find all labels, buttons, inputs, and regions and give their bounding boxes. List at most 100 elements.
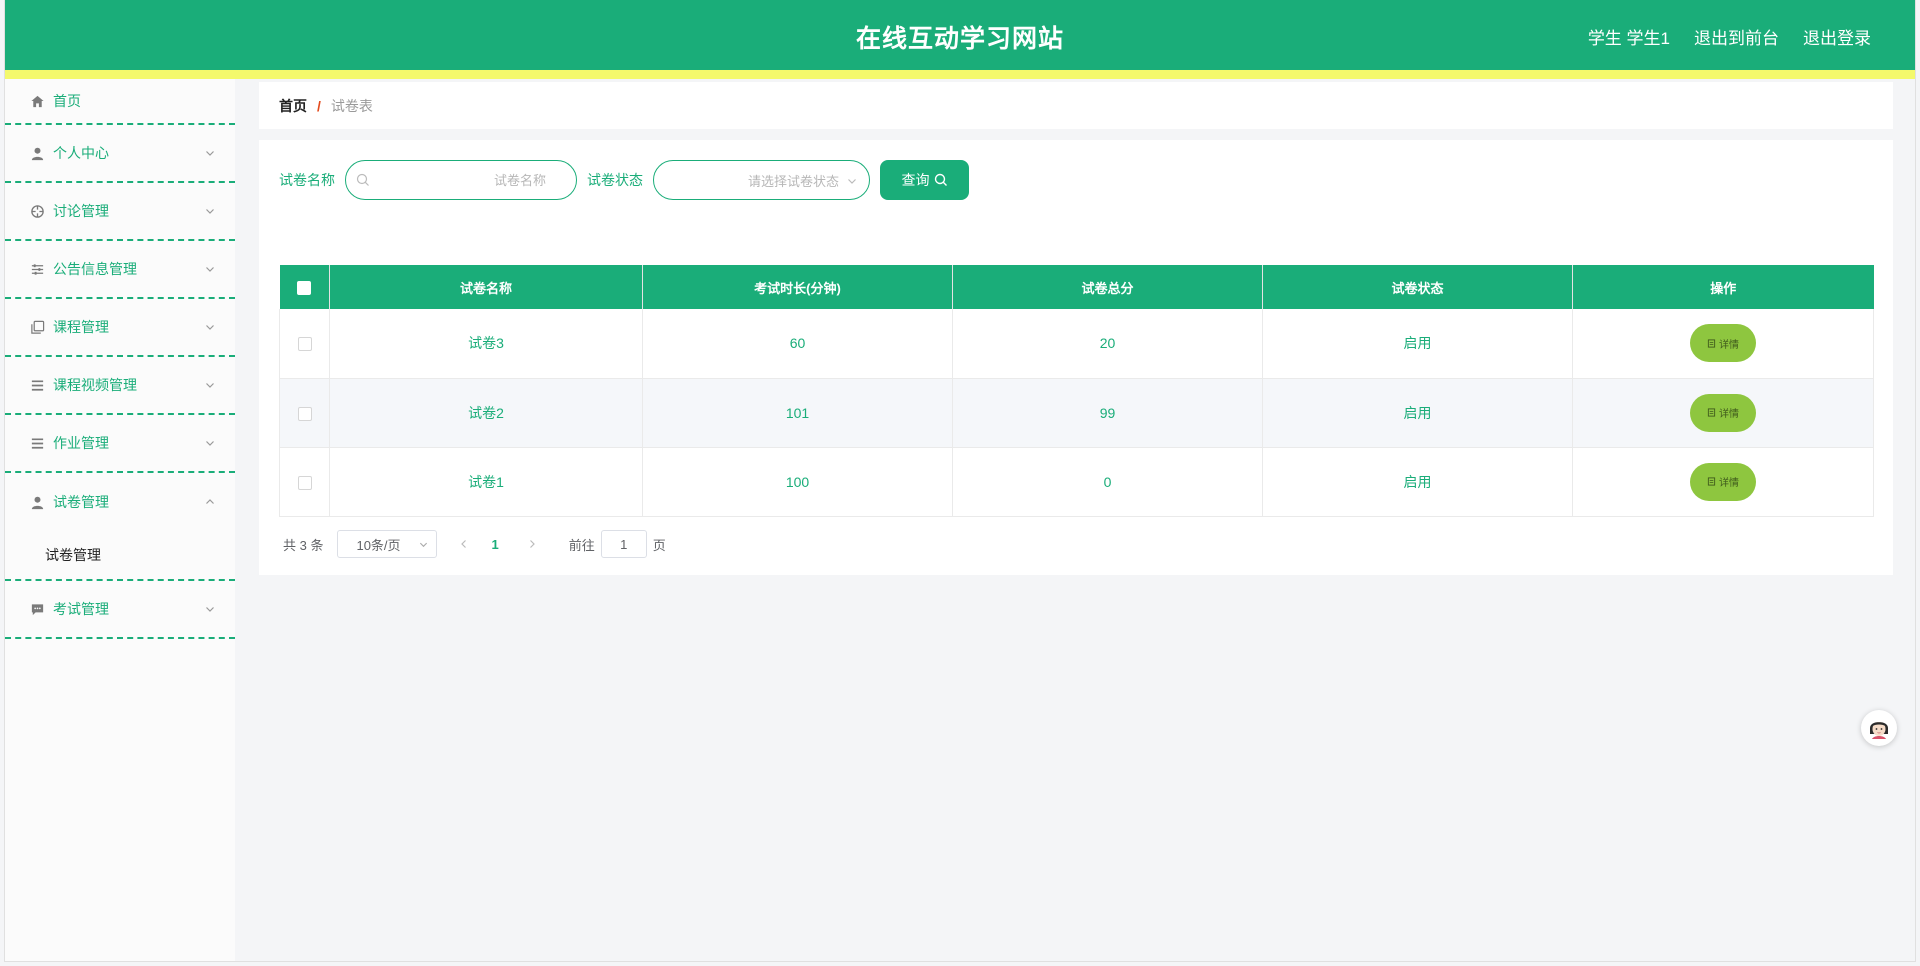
detail-button-label: 详情 bbox=[1719, 409, 1739, 420]
sidebar-item-course[interactable]: 课程管理 bbox=[5, 299, 235, 357]
sidebar-item-label: 考试管理 bbox=[53, 601, 109, 617]
breadcrumb-current: 试卷表 bbox=[330, 97, 373, 114]
document-icon bbox=[1707, 408, 1716, 417]
sidebar-item-homework[interactable]: 作业管理 bbox=[5, 415, 235, 473]
detail-button[interactable]: 详情 bbox=[1690, 393, 1756, 432]
chevron-down-icon bbox=[206, 209, 214, 214]
status-cell: 启用 bbox=[1262, 447, 1573, 517]
total-score-cell: 0 bbox=[952, 447, 1263, 517]
sidebar-item-home[interactable]: 首页 bbox=[5, 79, 235, 125]
row-checkbox[interactable] bbox=[297, 406, 312, 421]
paper-name-cell: 试卷1 bbox=[329, 447, 643, 517]
list-icon bbox=[29, 377, 45, 393]
user-icon bbox=[29, 494, 45, 510]
action-cell: 详情 bbox=[1572, 447, 1874, 517]
chevron-down-icon bbox=[206, 441, 214, 446]
sidebar-item-course-video[interactable]: 课程视频管理 bbox=[5, 357, 235, 415]
action-cell: 详情 bbox=[1572, 378, 1874, 448]
select-all-header bbox=[279, 265, 330, 309]
breadcrumb-home[interactable]: 首页 bbox=[279, 96, 307, 116]
chat-icon bbox=[29, 601, 45, 617]
user-icon bbox=[29, 145, 45, 161]
column-header: 试卷名称 bbox=[329, 265, 643, 309]
paper-name-cell: 试卷2 bbox=[329, 378, 643, 448]
chevron-right-icon bbox=[529, 540, 535, 548]
sidebar-item-label: 课程管理 bbox=[53, 319, 109, 335]
row-select-cell bbox=[279, 378, 330, 448]
header-accent-stripe bbox=[5, 70, 1915, 79]
chevron-down-icon bbox=[206, 383, 214, 388]
row-select-cell bbox=[279, 309, 330, 379]
page-number-current[interactable]: 1 bbox=[491, 537, 498, 552]
sidebar-subitem-exam-paper-manage[interactable]: 试卷管理 bbox=[5, 531, 235, 581]
chevron-down-icon bbox=[848, 179, 856, 184]
sidebar-item-exam[interactable]: 考试管理 bbox=[5, 581, 235, 639]
next-page-button[interactable] bbox=[527, 537, 541, 551]
paper-name-label: 试卷名称 bbox=[279, 172, 335, 188]
duration-cell: 60 bbox=[642, 309, 953, 379]
detail-button-label: 详情 bbox=[1719, 339, 1739, 351]
sidebar-item-label: 讨论管理 bbox=[53, 203, 109, 219]
logout-link[interactable]: 退出登录 bbox=[1803, 24, 1871, 49]
page-suffix: 页 bbox=[652, 537, 666, 553]
crosshair-icon bbox=[29, 203, 45, 219]
sidebar-item-label: 个人中心 bbox=[53, 145, 109, 161]
paper-status-placeholder: 请选择试卷状态 bbox=[747, 173, 839, 189]
search-bar: 试卷名称 试卷状态 请选择试卷状态 查询 bbox=[279, 160, 969, 200]
total-score-cell: 20 bbox=[952, 309, 1263, 379]
table-header-row: 试卷名称 考试时长(分钟) 试卷总分 试卷状态 操作 bbox=[279, 265, 1874, 309]
content-card: 试卷名称 试卷状态 请选择试卷状态 查询 bbox=[259, 140, 1893, 575]
top-header: 在线互动学习网站 学生 学生1 退出到前台 退出登录 bbox=[5, 0, 1915, 70]
action-cell: 详情 bbox=[1572, 309, 1874, 379]
exit-to-front-link[interactable]: 退出到前台 bbox=[1694, 24, 1779, 49]
paper-name-input[interactable] bbox=[346, 161, 576, 199]
page-size-value: 10条/页 bbox=[356, 537, 401, 553]
page-size-select[interactable]: 10条/页 bbox=[337, 530, 438, 558]
goto-page-input[interactable] bbox=[600, 530, 647, 558]
sidebar-item-label: 首页 bbox=[53, 93, 81, 109]
row-checkbox[interactable] bbox=[297, 337, 312, 352]
document-icon bbox=[1707, 339, 1716, 348]
current-user-label: 学生 学生1 bbox=[1587, 29, 1670, 48]
sidebar-item-announcement[interactable]: 公告信息管理 bbox=[5, 241, 235, 299]
column-header: 试卷状态 bbox=[1262, 265, 1573, 309]
sidebar-item-label: 公告信息管理 bbox=[53, 261, 137, 277]
exam-paper-table: 试卷名称 考试时长(分钟) 试卷总分 试卷状态 操作 试卷3 60 20 启用 bbox=[279, 265, 1874, 517]
query-button[interactable]: 查询 bbox=[880, 160, 969, 200]
chevron-down-icon bbox=[206, 607, 214, 612]
floating-assistant-avatar[interactable] bbox=[1861, 710, 1897, 746]
sidebar-item-exam-paper[interactable]: 试卷管理 bbox=[5, 473, 235, 531]
select-all-checkbox[interactable] bbox=[297, 280, 312, 295]
sidebar-item-personal-center[interactable]: 个人中心 bbox=[5, 125, 235, 183]
search-icon bbox=[934, 173, 947, 186]
duration-cell: 101 bbox=[642, 378, 953, 448]
detail-button[interactable]: 详情 bbox=[1690, 462, 1756, 501]
chevron-down-icon bbox=[420, 542, 428, 548]
pagination: 共 3 条 10条/页 1 前往 页 bbox=[283, 530, 666, 558]
chevron-up-icon bbox=[206, 499, 214, 504]
home-icon bbox=[29, 93, 45, 109]
row-checkbox[interactable] bbox=[297, 475, 312, 490]
paper-name-cell: 试卷3 bbox=[329, 309, 643, 379]
status-cell: 启用 bbox=[1262, 309, 1573, 379]
paper-status-label: 试卷状态 bbox=[587, 172, 643, 188]
sidebar-item-label: 试卷管理 bbox=[53, 494, 109, 510]
app-frame: 在线互动学习网站 学生 学生1 退出到前台 退出登录 首页 个人中心 讨论管理 bbox=[4, 0, 1916, 962]
paper-status-select[interactable]: 请选择试卷状态 bbox=[653, 160, 870, 200]
column-header: 考试时长(分钟) bbox=[642, 265, 953, 309]
paper-name-field bbox=[345, 160, 577, 200]
document-icon bbox=[1707, 477, 1716, 486]
sidebar-item-discussion[interactable]: 讨论管理 bbox=[5, 183, 235, 241]
avatar-icon bbox=[1866, 715, 1892, 741]
copy-icon bbox=[29, 319, 45, 335]
chevron-down-icon bbox=[206, 325, 214, 330]
prev-page-button[interactable] bbox=[459, 537, 473, 551]
detail-button[interactable]: 详情 bbox=[1690, 324, 1756, 363]
sidebar-item-label: 作业管理 bbox=[53, 435, 109, 451]
list-icon bbox=[29, 435, 45, 451]
goto-label: 前往 bbox=[568, 537, 595, 553]
column-header: 试卷总分 bbox=[952, 265, 1263, 309]
header-actions: 学生 学生1 退出到前台 退出登录 bbox=[1588, 24, 1871, 49]
sidebar-item-label: 课程视频管理 bbox=[53, 377, 137, 393]
total-count: 共 3 条 bbox=[283, 537, 324, 553]
